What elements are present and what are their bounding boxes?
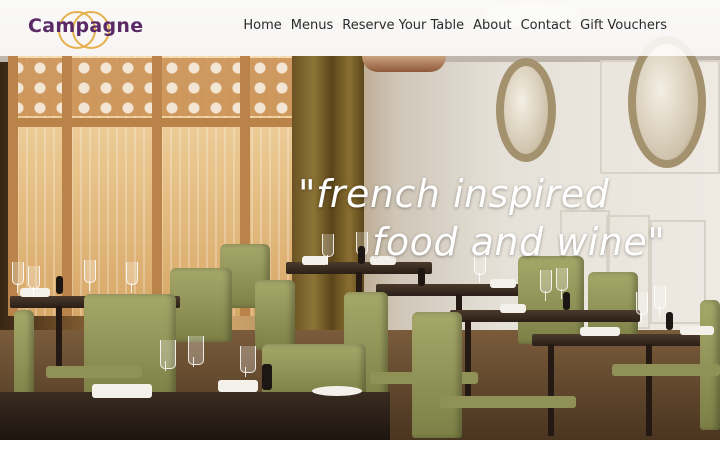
napkin [580, 327, 620, 336]
dining-chair [412, 312, 462, 438]
plate [312, 386, 362, 396]
wine-glass [540, 270, 552, 301]
pepper-mill [56, 276, 63, 294]
wine-glass [322, 234, 334, 265]
wine-glass [28, 266, 40, 297]
window-mullion [62, 56, 72, 316]
wine-glass [240, 346, 256, 377]
main-nav: Home Menus Reserve Your Table About Cont… [243, 18, 667, 33]
wine-glass [654, 286, 666, 317]
pendant-lamp [362, 56, 446, 72]
wine-glass [160, 340, 176, 371]
napkin [218, 380, 258, 392]
logo-wordmark: Campagne [28, 15, 144, 37]
dining-chair [255, 280, 295, 350]
nav-home-link[interactable]: Home [243, 18, 281, 33]
table-leg [56, 306, 62, 366]
table-leg [548, 344, 554, 436]
nav-reserve-link[interactable]: Reserve Your Table [342, 18, 464, 33]
pepper-mill [358, 246, 365, 264]
napkin [302, 256, 328, 265]
wine-glass [636, 292, 648, 323]
napkin [20, 288, 50, 297]
pepper-mill [563, 292, 570, 310]
chair-seat [440, 396, 576, 408]
wine-glass [556, 268, 568, 299]
table-leg [646, 344, 652, 436]
dining-table [532, 334, 720, 346]
napkin [500, 304, 526, 313]
site-header: Campagne Home Menus Reserve Your Table A… [0, 0, 720, 56]
pepper-mill [262, 364, 272, 390]
nav-gift-vouchers-link[interactable]: Gift Vouchers [580, 18, 667, 33]
pepper-mill [666, 312, 673, 330]
hero-image [0, 0, 720, 440]
napkin [370, 256, 396, 265]
chair-seat [612, 364, 720, 376]
chair-seat [46, 366, 142, 378]
window-mullion [152, 56, 162, 316]
pepper-mill [418, 268, 425, 286]
nav-about-link[interactable]: About [473, 18, 511, 33]
front-table [0, 392, 390, 440]
nav-menus-link[interactable]: Menus [291, 18, 333, 33]
table-leg [465, 320, 471, 406]
wine-glass [126, 262, 138, 293]
logo[interactable]: Campagne [28, 8, 143, 49]
napkin [92, 384, 152, 398]
wine-glass [84, 260, 96, 291]
dining-table [450, 310, 640, 322]
napkin [490, 279, 516, 288]
round-mirror [496, 58, 556, 162]
wine-glass [188, 336, 204, 367]
nav-contact-link[interactable]: Contact [521, 18, 572, 33]
wine-glass [12, 262, 24, 293]
napkin [680, 326, 714, 335]
wine-glass [474, 252, 486, 283]
